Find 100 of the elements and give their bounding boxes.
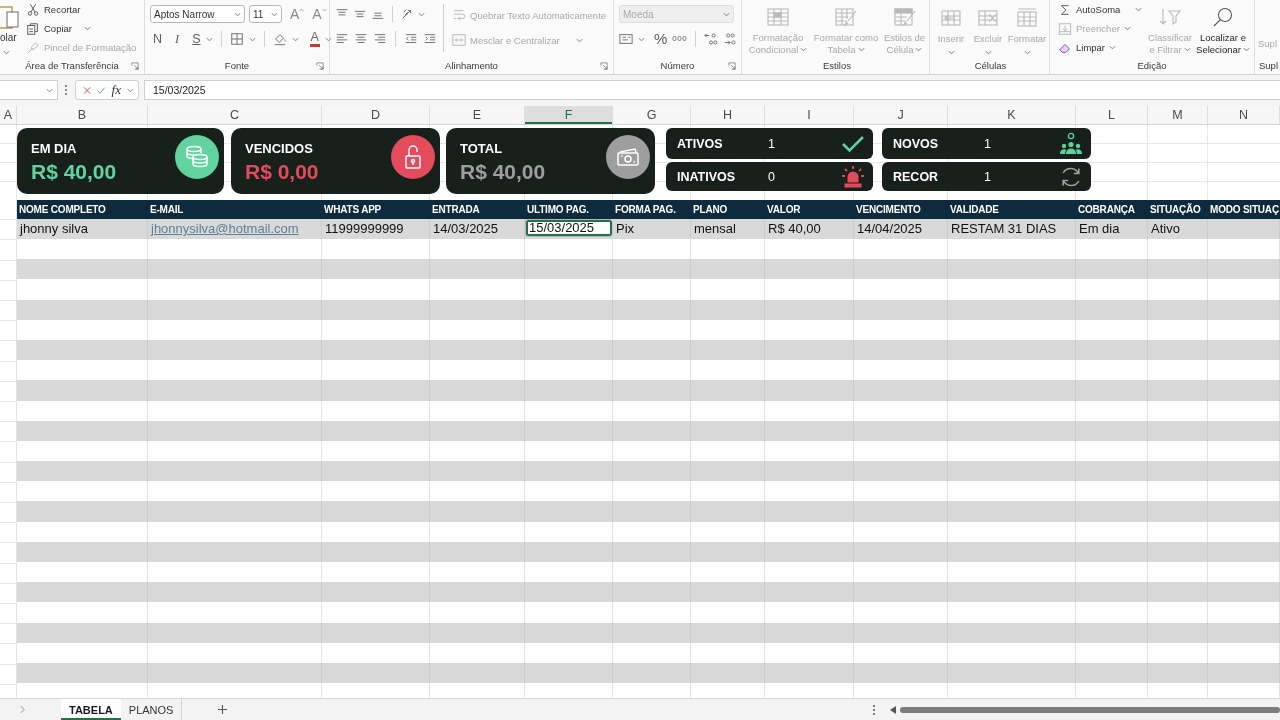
status-label: ATIVOS	[677, 136, 724, 151]
table-column-header: MODO SITUAÇ	[1209, 203, 1280, 217]
dialog-launcher-icon[interactable]	[728, 61, 736, 70]
font-color-button[interactable]: A	[309, 31, 320, 47]
align-left-icon[interactable]	[335, 32, 349, 46]
column-header[interactable]: N	[1208, 106, 1280, 124]
group-label: Área de Transferência	[25, 60, 119, 71]
formula-field[interactable]: 15/03/2025	[144, 80, 1280, 100]
copy-icon	[26, 21, 40, 36]
bold-button[interactable]: N	[153, 31, 163, 47]
group-label: Edição	[1137, 60, 1167, 71]
insert-function-button[interactable]: fx	[111, 82, 121, 98]
table-column-header: E-MAIL	[149, 203, 185, 217]
conditional-formatting-icon	[766, 5, 790, 28]
table-column-header: VALIDADE	[949, 203, 1000, 217]
table-column-header: FORMA PAG.	[614, 203, 677, 217]
caret-icon	[723, 11, 730, 17]
increase-decimal-icon[interactable]	[704, 32, 719, 46]
caret-icon	[418, 11, 425, 17]
decrease-decimal-icon[interactable]	[723, 32, 738, 46]
caret-icon	[291, 36, 299, 42]
borders-icon[interactable]	[229, 32, 244, 46]
column-header[interactable]: D	[322, 106, 430, 124]
column-header[interactable]: M	[1148, 106, 1208, 124]
cancel-icon[interactable]	[83, 84, 92, 96]
align-center-icon[interactable]	[354, 32, 368, 46]
table-column-header: ULTIMO PAG.	[526, 203, 590, 217]
cell-brush-icon	[892, 5, 917, 28]
sheet-tab[interactable]: TABELA	[61, 699, 121, 720]
caret-icon	[248, 36, 256, 42]
cut-button[interactable]: Recortar	[26, 0, 137, 19]
merge-cells-icon	[452, 33, 466, 47]
text-angle-icon[interactable]	[400, 7, 414, 21]
group-label: Fonte	[224, 60, 250, 71]
paste-button[interactable]: olar	[0, 0, 20, 57]
font-size-field[interactable]: 11	[249, 5, 282, 23]
accounting-format-icon[interactable]	[619, 32, 633, 46]
column-header[interactable]: B	[17, 106, 148, 124]
fill-down-icon	[1058, 21, 1072, 36]
table-column-header: VALOR	[766, 203, 802, 217]
caret-icon	[3, 50, 10, 55]
sheet-tab[interactable]: PLANOS	[120, 699, 183, 720]
column-header[interactable]: C	[148, 106, 322, 124]
autosum-button[interactable]: AutoSoma	[1058, 0, 1142, 19]
table-column-header: VENCIMENTO	[855, 203, 922, 217]
column-header[interactable]: L	[1076, 106, 1148, 124]
caret-icon	[1109, 45, 1117, 50]
caret-icon	[84, 26, 91, 31]
column-header[interactable]: J	[854, 106, 948, 124]
card-title: TOTAL	[460, 141, 504, 157]
paint-bucket-icon[interactable]	[272, 32, 287, 46]
column-header[interactable]: H	[691, 106, 765, 124]
caret-up-icon	[299, 8, 305, 12]
percent-button[interactable]: %	[654, 31, 668, 47]
more-options-icon[interactable]	[872, 703, 876, 716]
card-value: R$ 0,00	[245, 160, 319, 184]
column-header[interactable]: F	[525, 106, 613, 124]
column-header[interactable]: G	[613, 106, 691, 124]
find-select-button[interactable]: Localizar e Selecionar	[1194, 0, 1252, 57]
clear-button[interactable]: Limpar	[1058, 38, 1146, 57]
card-value: R$ 40,00	[31, 160, 117, 184]
caret-icon	[127, 87, 134, 93]
increase-indent-icon[interactable]	[423, 32, 437, 46]
caret-icon	[915, 47, 923, 53]
format-cells-icon	[1015, 6, 1039, 29]
chevron-right-icon[interactable]	[20, 705, 25, 714]
thousands-separator-button[interactable]: 000	[672, 31, 688, 47]
card-title: VENCIDOS	[245, 141, 314, 157]
align-right-icon[interactable]	[373, 32, 387, 46]
table-column-header: NOME COMPLETO	[18, 203, 107, 217]
add-sheet-icon[interactable]	[218, 705, 228, 714]
dialog-launcher-icon[interactable]	[316, 61, 324, 70]
column-header[interactable]: I	[765, 106, 854, 124]
sigma-icon	[1058, 2, 1072, 17]
decrease-indent-icon[interactable]	[404, 32, 418, 46]
italic-button[interactable]: I	[175, 31, 180, 47]
column-header[interactable]: K	[948, 106, 1076, 124]
font-name-field[interactable]: Aptos Narrow	[150, 5, 245, 23]
dialog-launcher-icon[interactable]	[131, 61, 139, 70]
paintbrush-icon	[26, 40, 40, 55]
card-value: R$ 40,00	[460, 160, 546, 184]
scrollbar-thumb[interactable]	[900, 706, 1280, 713]
underline-button[interactable]: S	[192, 31, 201, 47]
table-cell[interactable]: 15/03/2025	[525, 219, 613, 237]
more-options-icon[interactable]	[64, 84, 68, 96]
table-column-header: ENTRADA	[431, 203, 481, 217]
copy-button[interactable]: Copiar	[26, 19, 137, 38]
scroll-left-icon[interactable]	[890, 705, 896, 714]
caret-icon	[1023, 49, 1031, 55]
status-count: 1	[768, 136, 776, 151]
caret-icon	[575, 37, 583, 43]
table-column-header: WHATS APP	[323, 203, 383, 217]
column-header[interactable]: A	[0, 106, 17, 124]
caret-icon	[205, 36, 213, 42]
dialog-launcher-icon[interactable]	[600, 61, 608, 70]
caret-icon	[321, 8, 327, 12]
status-count: 1	[984, 169, 992, 184]
caret-icon	[984, 49, 992, 55]
caret-icon	[857, 47, 865, 53]
status-count: 0	[768, 169, 776, 184]
